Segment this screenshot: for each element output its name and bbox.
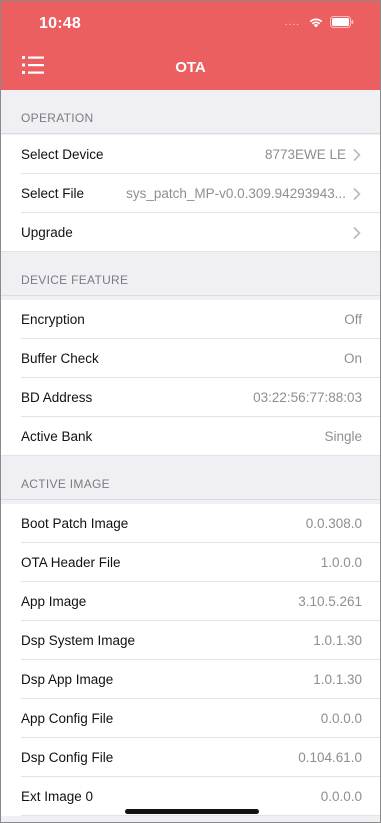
row-value: 8773EWE LE: [264, 147, 346, 162]
chevron-right-icon: [353, 148, 361, 161]
upgrade-row[interactable]: Upgrade: [1, 213, 380, 252]
row-label: Boot Patch Image: [21, 516, 129, 531]
status-icons: ....: [285, 16, 354, 28]
row-label: App Image: [21, 594, 87, 609]
chevron-right-icon: [353, 187, 361, 200]
section-header-operation: OPERATION: [1, 90, 380, 134]
row-value: 0.104.61.0: [298, 750, 362, 765]
row-value: 3.10.5.261: [298, 594, 362, 609]
row-value: 1.0.1.30: [313, 633, 362, 648]
encryption-row: Encryption Off: [1, 300, 380, 339]
row-value: On: [343, 351, 362, 366]
section-header-device-feature: DEVICE FEATURE: [1, 252, 380, 296]
row-value: 0.0.308.0: [305, 516, 362, 531]
ota-screen: 10:48 .... OTA OPERATION Select Device 8…: [0, 0, 381, 823]
dsp-system-image-row: Dsp System Image 1.0.1.30: [1, 621, 380, 660]
row-value: 1.0.0.0: [320, 555, 362, 570]
wifi-icon: [309, 18, 323, 28]
row-label: Dsp Config File: [21, 750, 114, 765]
row-label: Dsp App Image: [21, 672, 114, 687]
row-label: Dsp System Image: [21, 633, 136, 648]
row-label: Active Bank: [21, 429, 93, 444]
row-label: Select Device: [21, 147, 104, 162]
row-label: Encryption: [21, 312, 85, 327]
row-label: OTA Header File: [21, 555, 121, 570]
chevron-right-icon: [353, 226, 361, 239]
status-time: 10:48: [39, 15, 81, 32]
row-value: 03:22:56:77:88:03: [253, 390, 362, 405]
buffer-check-row: Buffer Check On: [1, 339, 380, 378]
select-file-row[interactable]: Select File sys_patch_MP-v0.0.309.942939…: [1, 174, 380, 213]
row-value: Off: [344, 312, 362, 327]
signal-dots: ....: [284, 16, 300, 28]
app-image-row: App Image 3.10.5.261: [1, 582, 380, 621]
row-value: 0.0.0.0: [320, 789, 362, 804]
row-value: Single: [324, 429, 362, 444]
battery-icon: [330, 16, 354, 28]
page-title: OTA: [175, 59, 206, 76]
dsp-config-file-row: Dsp Config File 0.104.61.0: [1, 738, 380, 777]
boot-patch-image-row: Boot Patch Image 0.0.308.0: [1, 504, 380, 543]
row-label: App Config File: [21, 711, 114, 726]
ota-header-file-row: OTA Header File 1.0.0.0: [1, 543, 380, 582]
row-value: sys_patch_MP-v0.0.309.94293943...: [126, 186, 346, 201]
row-label: Upgrade: [21, 225, 73, 240]
section-header-active-image: ACTIVE IMAGE: [1, 456, 380, 500]
row-value: 1.0.1.30: [313, 672, 362, 687]
row-label: Select File: [21, 186, 85, 201]
app-config-file-row: App Config File 0.0.0.0: [1, 699, 380, 738]
select-device-row[interactable]: Select Device 8773EWE LE: [1, 135, 380, 174]
row-label: Buffer Check: [21, 351, 99, 366]
row-value: 0.0.0.0: [320, 711, 362, 726]
home-indicator[interactable]: [125, 809, 259, 814]
nav-header: 10:48 .... OTA: [1, 1, 380, 90]
active-bank-row: Active Bank Single: [1, 417, 380, 456]
row-label: BD Address: [21, 390, 93, 405]
dsp-app-image-row: Dsp App Image 1.0.1.30: [1, 660, 380, 699]
row-label: Ext Image 0: [21, 789, 94, 804]
bd-address-row: BD Address 03:22:56:77:88:03: [1, 378, 380, 417]
